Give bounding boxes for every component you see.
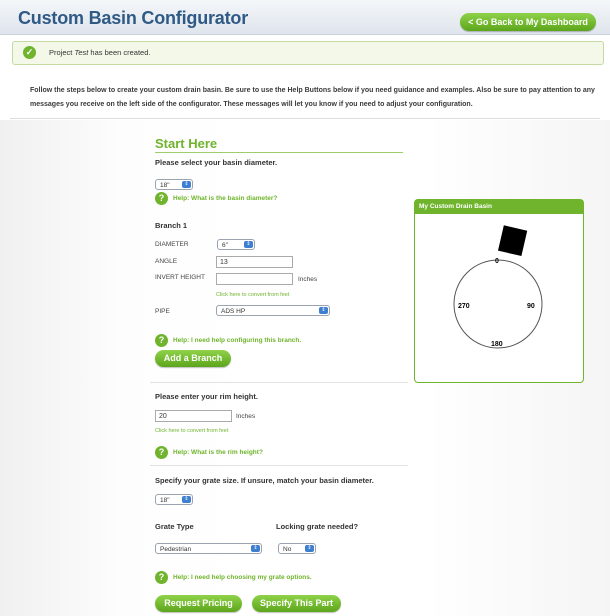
grate-prompt: Specify your grate size. If unsure, matc…	[155, 476, 374, 485]
help-grate[interactable]: ? Help: I need help choosing my grate opt…	[155, 571, 312, 584]
angle-input[interactable]: 13	[216, 256, 293, 268]
grate-type-select[interactable]: Pedestrian ⇕	[155, 543, 262, 554]
intro-text: Follow the steps below to create your cu…	[30, 87, 595, 108]
check-icon: ✓	[23, 46, 36, 59]
basin-preview-title: My Custom Drain Basin	[415, 200, 583, 214]
locking-label: Locking grate needed?	[276, 522, 359, 531]
dashboard-button[interactable]: < Go Back to My Dashboard	[460, 13, 596, 31]
degree-270: 270	[458, 303, 470, 310]
success-notice: ✓ Project Test has been created.	[12, 41, 604, 65]
start-heading: Start Here	[155, 136, 218, 151]
pipe-select[interactable]: ADS HP ⇕	[216, 305, 330, 316]
locking-select[interactable]: No ⇕	[278, 543, 316, 554]
grate-type-label: Grate Type	[155, 522, 194, 531]
rim-prompt: Please enter your rim height.	[155, 392, 258, 401]
help-icon: ?	[155, 192, 168, 205]
grate-size-select[interactable]: 18" ⇕	[155, 494, 193, 505]
select-arrow-icon: ⇕	[182, 496, 191, 503]
help-icon: ?	[155, 571, 168, 584]
divider	[10, 118, 600, 119]
divider	[150, 465, 408, 466]
select-arrow-icon: ⇕	[305, 545, 314, 552]
select-arrow-icon: ⇕	[182, 181, 191, 188]
add-branch-button[interactable]: Add a Branch	[155, 350, 231, 367]
branch-diameter-label: DIAMETER	[155, 241, 189, 248]
invert-height-input[interactable]	[216, 273, 293, 285]
start-underline	[155, 152, 403, 153]
page: Custom Basin Configurator < Go Back to M…	[0, 0, 610, 616]
help-branch[interactable]: ? Help: I need help configuring this bran…	[155, 334, 301, 347]
convert-feet-link[interactable]: Click here to convert from feet	[216, 292, 289, 298]
branch-diameter-select[interactable]: 6" ⇕	[217, 239, 255, 250]
page-title: Custom Basin Configurator	[18, 8, 249, 28]
rim-height-input[interactable]: 20	[155, 410, 232, 422]
divider	[150, 382, 408, 383]
select-arrow-icon: ⇕	[319, 307, 328, 314]
help-diameter[interactable]: ? Help: What is the basin diameter?	[155, 192, 277, 205]
basin-diagram: 0 90 180 270	[453, 225, 543, 349]
request-pricing-button[interactable]: Request Pricing	[155, 595, 242, 612]
basin-preview: My Custom Drain Basin 0 90 180 270	[414, 199, 584, 383]
invert-unit: Inches	[298, 276, 318, 283]
header: Custom Basin Configurator < Go Back to M…	[0, 0, 610, 35]
rim-unit: Inches	[236, 413, 256, 420]
angle-label: ANGLE	[155, 258, 178, 265]
basin-diameter-select[interactable]: 18" ⇕	[155, 179, 193, 190]
invert-height-label: INVERT HEIGHT	[155, 274, 205, 281]
pipe-label: PIPE	[155, 308, 170, 315]
diameter-prompt: Please select your basin diameter.	[155, 158, 278, 167]
degree-180: 180	[491, 341, 503, 348]
rim-convert-feet-link[interactable]: Click here to convert from feet	[155, 428, 228, 434]
select-arrow-icon: ⇕	[244, 241, 253, 248]
specify-part-button[interactable]: Specify This Part	[252, 595, 341, 612]
branch-pipe-block	[498, 225, 528, 257]
project-name: Test	[74, 48, 89, 57]
degree-90: 90	[527, 303, 535, 310]
branch-title: Branch 1	[155, 221, 188, 230]
degree-0: 0	[495, 258, 499, 265]
help-rim[interactable]: ? Help: What is the rim height?	[155, 446, 263, 459]
select-arrow-icon: ⇕	[251, 545, 260, 552]
branch-pipe	[498, 225, 528, 257]
help-icon: ?	[155, 446, 168, 459]
help-icon: ?	[155, 334, 168, 347]
notice-text: Project Test has been created.	[49, 48, 151, 57]
